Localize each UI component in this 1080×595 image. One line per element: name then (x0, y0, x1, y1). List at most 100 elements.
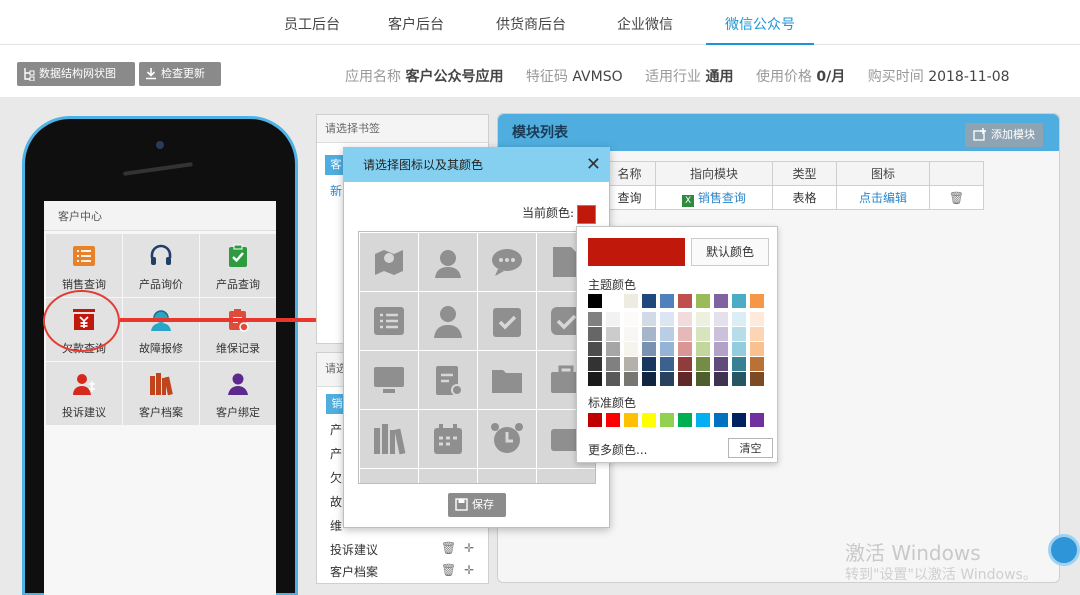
standard-color-swatch[interactable] (588, 413, 602, 427)
move-icon[interactable]: ✛ (464, 541, 474, 555)
bookmark-new-link[interactable]: 新 (330, 182, 342, 199)
theme-shade-swatch[interactable] (588, 312, 602, 326)
theme-shade-swatch[interactable] (678, 357, 692, 371)
source-item[interactable]: 产 (330, 445, 342, 462)
calendar-icon[interactable] (419, 410, 477, 468)
theme-shade-swatch[interactable] (642, 327, 656, 341)
theme-shade-swatch[interactable] (660, 327, 674, 341)
theme-color-swatch[interactable] (606, 294, 620, 308)
map-icon[interactable] (360, 233, 418, 291)
chat-icon[interactable] (478, 233, 536, 291)
source-item[interactable]: 客户档案 (330, 563, 378, 580)
row-target-link[interactable]: 销售查询 (698, 191, 746, 205)
theme-shade-swatch[interactable] (642, 372, 656, 386)
check-update-button[interactable]: 检查更新 (139, 62, 221, 86)
theme-shade-swatch[interactable] (696, 372, 710, 386)
theme-shade-swatch[interactable] (624, 357, 638, 371)
standard-color-swatch[interactable] (606, 413, 620, 427)
headset-user-icon[interactable] (419, 233, 477, 291)
theme-shade-swatch[interactable] (624, 327, 638, 341)
add-module-button[interactable]: 添加模块 (965, 123, 1043, 147)
theme-shade-swatch[interactable] (678, 312, 692, 326)
theme-shade-swatch[interactable] (660, 372, 674, 386)
standard-color-swatch[interactable] (660, 413, 674, 427)
list-icon[interactable] (360, 292, 418, 350)
theme-color-swatch[interactable] (678, 294, 692, 308)
theme-shade-swatch[interactable] (678, 327, 692, 341)
standard-color-swatch[interactable] (732, 413, 746, 427)
tab-wechat-official[interactable]: 微信公众号 (706, 0, 814, 45)
move-icon[interactable]: ✛ (464, 563, 474, 577)
trash-icon[interactable]: 🗑 (949, 191, 964, 205)
menu-item-complaint[interactable]: 投诉建议 (46, 362, 122, 425)
standard-color-swatch[interactable] (642, 413, 656, 427)
theme-shade-swatch[interactable] (606, 372, 620, 386)
source-item[interactable]: 投诉建议 (330, 541, 378, 558)
clipboard-check-icon[interactable] (478, 292, 536, 350)
tab-supplier[interactable]: 供货商后台 (491, 0, 571, 45)
theme-shade-swatch[interactable] (750, 357, 764, 371)
theme-color-swatch[interactable] (714, 294, 728, 308)
theme-shade-swatch[interactable] (750, 372, 764, 386)
default-color-button[interactable]: 默认颜色 (691, 238, 769, 266)
books-icon[interactable] (360, 410, 418, 468)
current-color-swatch[interactable] (577, 205, 596, 224)
theme-shade-swatch[interactable] (696, 327, 710, 341)
theme-shade-swatch[interactable] (732, 342, 746, 356)
monitor-icon[interactable] (360, 351, 418, 409)
floating-help-button[interactable] (1048, 534, 1080, 566)
theme-shade-swatch[interactable] (642, 312, 656, 326)
theme-color-swatch[interactable] (750, 294, 764, 308)
theme-shade-swatch[interactable] (606, 342, 620, 356)
theme-shade-swatch[interactable] (714, 327, 728, 341)
structure-diagram-button[interactable]: 数据结构网状图 (17, 62, 135, 86)
theme-shade-swatch[interactable] (606, 327, 620, 341)
theme-shade-swatch[interactable] (750, 327, 764, 341)
theme-color-swatch[interactable] (660, 294, 674, 308)
standard-color-swatch[interactable] (696, 413, 710, 427)
tab-employee[interactable]: 员工后台 (280, 0, 344, 45)
theme-shade-swatch[interactable] (606, 357, 620, 371)
icon-cell[interactable] (537, 469, 595, 483)
theme-shade-swatch[interactable] (714, 357, 728, 371)
menu-item-product[interactable]: 产品查询 (200, 234, 276, 297)
theme-shade-swatch[interactable] (588, 342, 602, 356)
folder-icon[interactable] (478, 351, 536, 409)
standard-color-swatch[interactable] (750, 413, 764, 427)
theme-shade-swatch[interactable] (624, 342, 638, 356)
theme-color-swatch[interactable] (642, 294, 656, 308)
theme-shade-swatch[interactable] (660, 342, 674, 356)
save-button[interactable]: 保存 (448, 493, 506, 517)
theme-shade-swatch[interactable] (624, 312, 638, 326)
theme-shade-swatch[interactable] (732, 312, 746, 326)
theme-shade-swatch[interactable] (606, 312, 620, 326)
theme-shade-swatch[interactable] (588, 327, 602, 341)
theme-shade-swatch[interactable] (588, 372, 602, 386)
source-item[interactable]: 维 (330, 517, 342, 534)
theme-color-swatch[interactable] (588, 294, 602, 308)
standard-color-swatch[interactable] (624, 413, 638, 427)
theme-shade-swatch[interactable] (750, 342, 764, 356)
trash-icon[interactable]: 🗑 (441, 541, 456, 555)
alarm-clock-icon[interactable] (478, 410, 536, 468)
theme-color-swatch[interactable] (732, 294, 746, 308)
menu-item-archive[interactable]: 客户档案 (123, 362, 199, 425)
theme-shade-swatch[interactable] (732, 327, 746, 341)
theme-shade-swatch[interactable] (732, 357, 746, 371)
theme-shade-swatch[interactable] (642, 342, 656, 356)
theme-shade-swatch[interactable] (624, 372, 638, 386)
clear-color-button[interactable]: 清空 (728, 438, 773, 458)
theme-shade-swatch[interactable] (660, 312, 674, 326)
more-colors-link[interactable]: 更多颜色... (588, 441, 647, 458)
theme-color-swatch[interactable] (696, 294, 710, 308)
theme-shade-swatch[interactable] (732, 372, 746, 386)
source-item[interactable]: 故 (330, 493, 342, 510)
theme-shade-swatch[interactable] (714, 342, 728, 356)
edit-icon-link[interactable]: 点击编辑 (859, 191, 907, 205)
theme-shade-swatch[interactable] (678, 342, 692, 356)
theme-shade-swatch[interactable] (588, 357, 602, 371)
source-item[interactable]: 欠 (330, 469, 342, 486)
source-item[interactable]: 产 (330, 421, 342, 438)
theme-shade-swatch[interactable] (642, 357, 656, 371)
icon-cell[interactable] (419, 469, 477, 483)
